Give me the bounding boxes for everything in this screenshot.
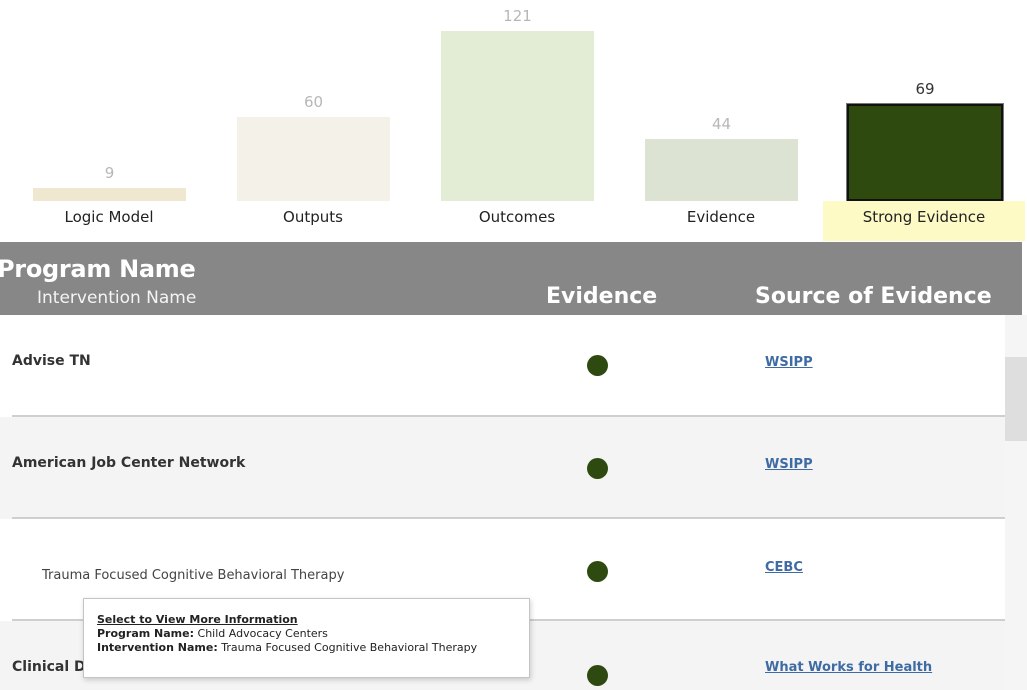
evidence-dot-icon xyxy=(587,561,608,582)
table-header: Program Name Intervention Name Evidence … xyxy=(0,242,1022,315)
tooltip-program-line: Program Name: Child Advocacy Centers xyxy=(97,627,529,641)
bar-category-label[interactable]: Evidence xyxy=(626,201,816,241)
bar-category-label[interactable]: Strong Evidence xyxy=(823,201,1025,241)
evidence-header[interactable]: Evidence xyxy=(546,284,657,309)
row-tooltip: Select to View More Information Program … xyxy=(83,598,530,678)
table-row[interactable]: Advise TN WSIPP xyxy=(0,315,1005,417)
evidence-dot-icon xyxy=(587,355,608,376)
tooltip-intervention-key: Intervention Name: xyxy=(97,641,218,654)
bar-category-label[interactable]: Outputs xyxy=(218,201,408,241)
intervention-name-header[interactable]: Intervention Name xyxy=(37,288,196,308)
source-link[interactable]: CEBC xyxy=(765,560,803,575)
source-link[interactable]: WSIPP xyxy=(765,355,813,370)
bar-rect[interactable] xyxy=(441,31,594,201)
program-name[interactable]: Advise TN xyxy=(12,353,91,369)
bar-value-label: 9 xyxy=(104,164,115,182)
bar-value-label: 121 xyxy=(503,7,532,25)
bar-rect[interactable] xyxy=(33,188,186,201)
evidence-dot-icon xyxy=(587,665,608,686)
tooltip-intervention-value: Trauma Focused Cognitive Behavioral Ther… xyxy=(221,641,478,654)
bar-rect[interactable] xyxy=(645,139,798,201)
program-evidence-page: 9 Logic Model 60 Outputs 121 Outcomes 44 Eviden… xyxy=(0,0,1027,690)
scrollbar-thumb[interactable] xyxy=(1005,357,1027,441)
tooltip-program-value: Child Advocacy Centers xyxy=(197,627,328,640)
intervention-name[interactable]: Trauma Focused Cognitive Behavioral Ther… xyxy=(42,568,344,583)
table-row[interactable]: American Job Center Network WSIPP xyxy=(0,417,1005,519)
bar-category-label[interactable]: Outcomes xyxy=(422,201,612,241)
tooltip-program-key: Program Name: xyxy=(97,627,195,640)
bar-value-label: 69 xyxy=(915,80,935,98)
bar-value-label: 44 xyxy=(711,115,732,133)
source-link[interactable]: What Works for Health xyxy=(765,660,932,675)
bar-rect[interactable] xyxy=(237,117,390,201)
source-of-evidence-header[interactable]: Source of Evidence xyxy=(755,284,992,309)
evidence-dot-icon xyxy=(587,458,608,479)
tooltip-intervention-line: Intervention Name: Trauma Focused Cognit… xyxy=(97,641,529,655)
evidence-bar-chart: 9 Logic Model 60 Outputs 121 Outcomes 44 Eviden… xyxy=(0,0,1027,242)
tooltip-title[interactable]: Select to View More Information xyxy=(97,613,529,627)
program-name-header[interactable]: Program Name xyxy=(0,255,196,283)
bar-category-label[interactable]: Logic Model xyxy=(14,201,204,241)
source-link[interactable]: WSIPP xyxy=(765,457,813,472)
bar-rect[interactable] xyxy=(846,103,1004,202)
program-name[interactable]: Clinical D xyxy=(12,659,86,675)
bar-value-label: 60 xyxy=(303,93,324,111)
program-name[interactable]: American Job Center Network xyxy=(12,455,245,471)
